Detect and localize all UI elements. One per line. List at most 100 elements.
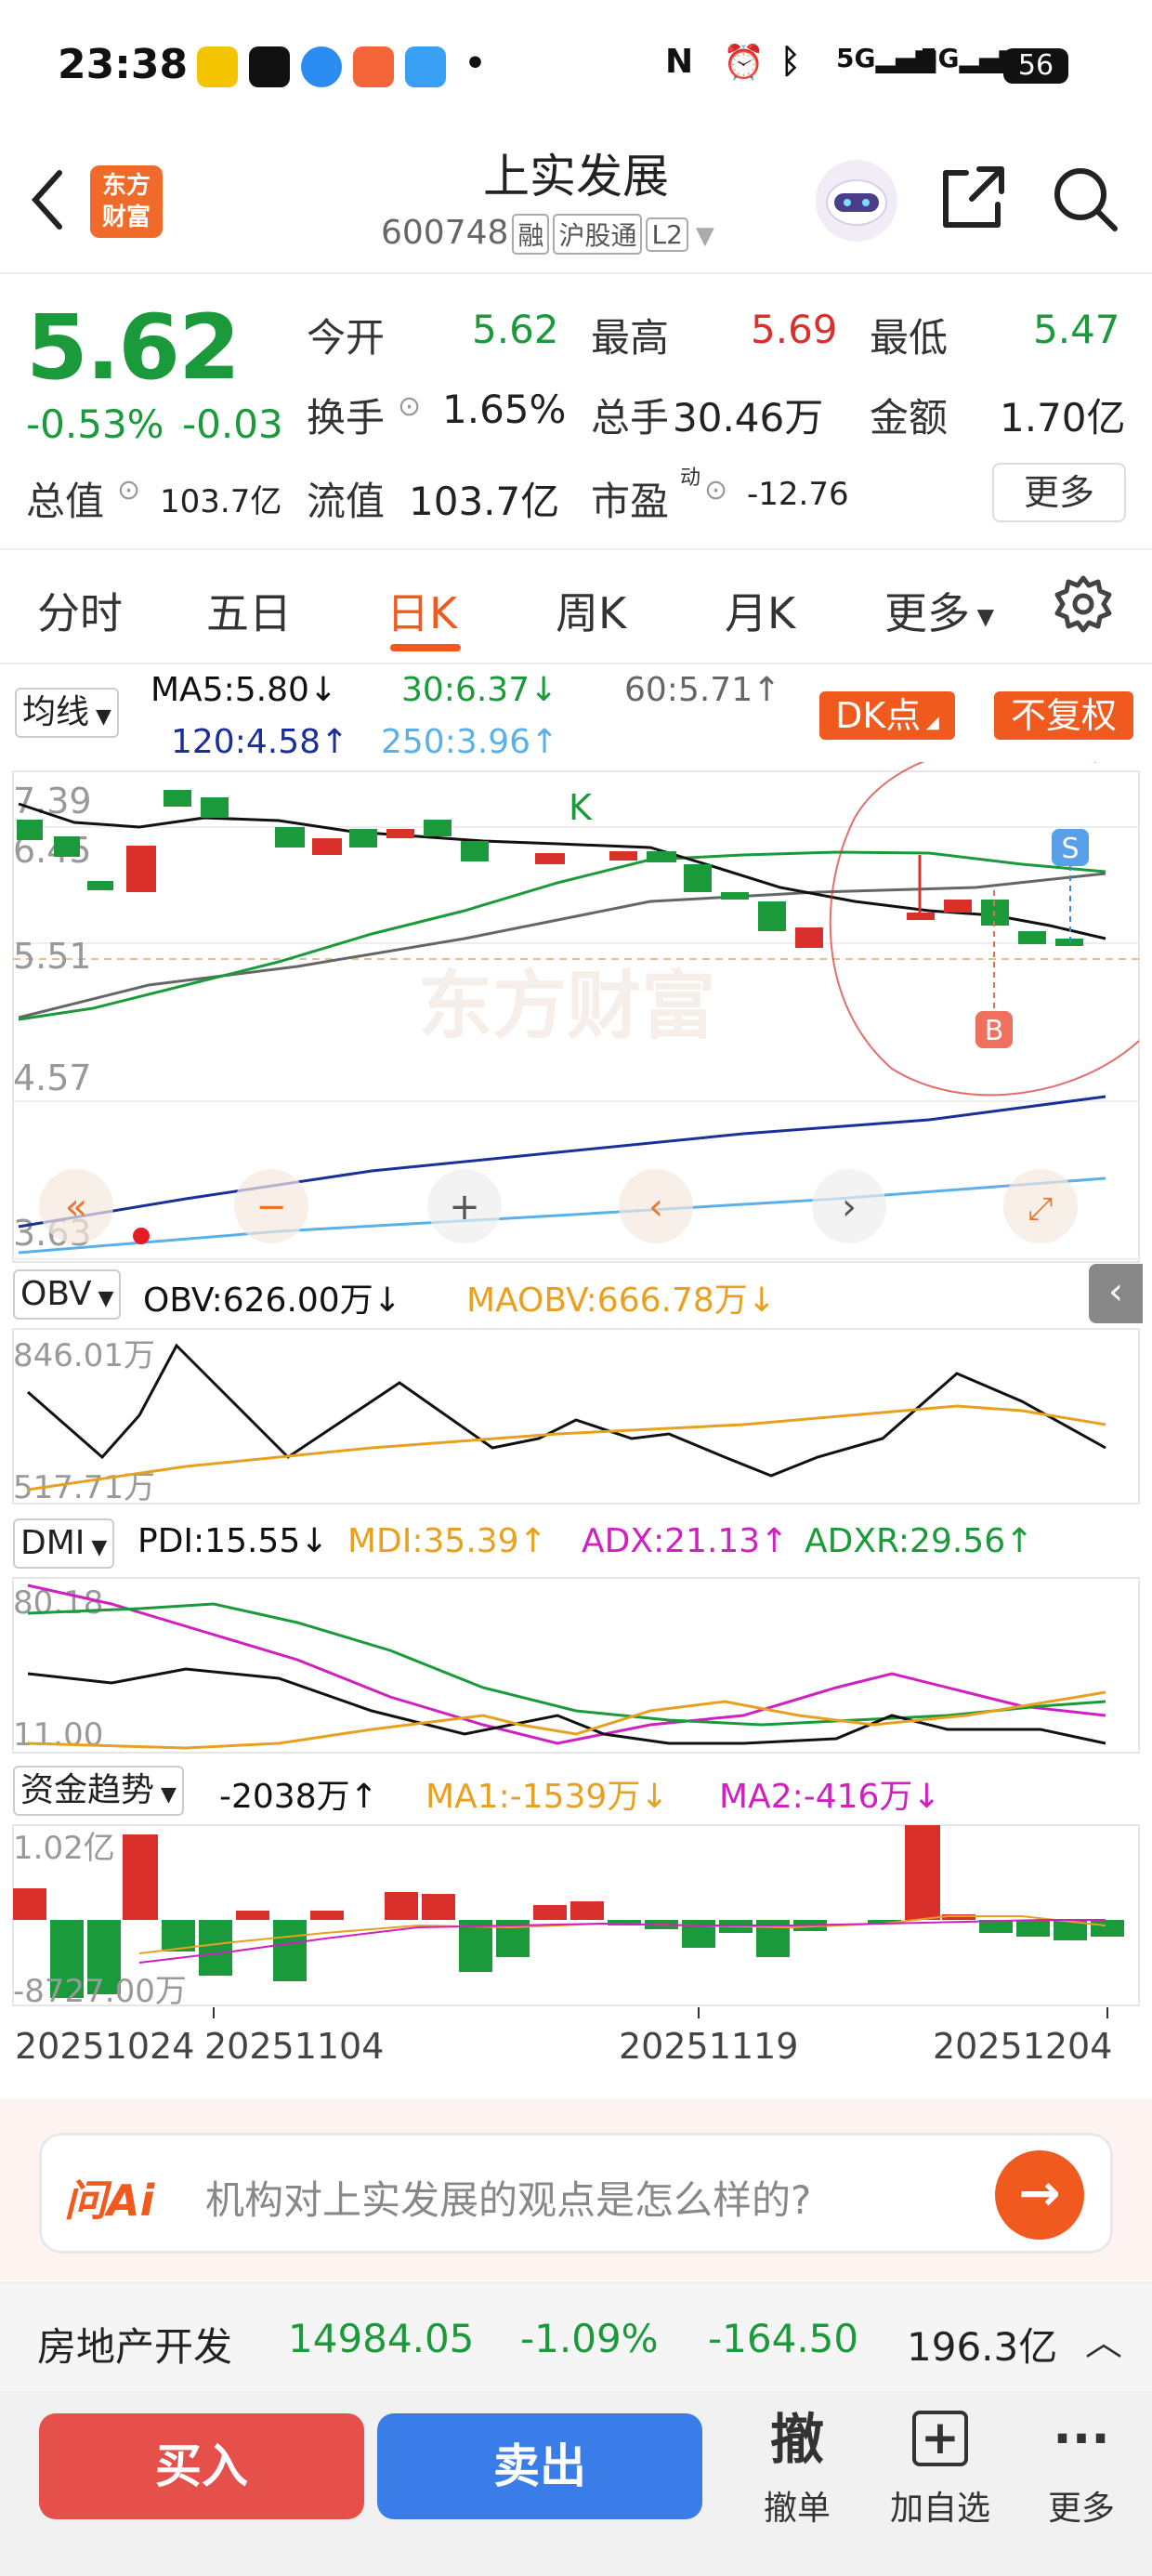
svg-text:B: B (985, 1015, 1004, 1047)
amount-value: 1.70亿 (1000, 395, 1126, 440)
search-icon[interactable] (1050, 164, 1120, 234)
ask-ai-send-icon[interactable]: → (995, 2150, 1084, 2240)
adx-value: ADX:21.13↑ (582, 1522, 789, 1560)
info-icon[interactable]: ⊙ (117, 474, 140, 506)
svg-text:80.18: 80.18 (13, 1584, 103, 1622)
tab-weekly-k[interactable]: 周K (556, 580, 626, 641)
high-value: 5.69 (751, 307, 838, 352)
turnover-value: 1.65% (442, 387, 567, 432)
date-label: 20251119 (619, 2026, 799, 2067)
turnover-label: 换手 (307, 395, 386, 440)
back-arrow-icon[interactable] (28, 167, 65, 232)
svg-text:1.02亿: 1.02亿 (13, 1830, 115, 1867)
market-cap-label: 总值 (26, 479, 105, 524)
ma30-value: 30:6.37↓ (401, 671, 558, 709)
tab-five-day[interactable]: 五日 (206, 580, 292, 641)
ask-ai-prompt[interactable]: 机构对上实发展的观点是怎么样的? (205, 2169, 811, 2226)
tab-daily-k[interactable]: 日K (386, 580, 457, 641)
buy-button[interactable]: 买入 (39, 2413, 364, 2519)
cancel-order-button[interactable]: 撤 撤单 (741, 2407, 853, 2530)
volume-label: 总手 (591, 395, 670, 440)
nfc-icon: Ν (665, 43, 694, 81)
pe-value: -12.76 (747, 476, 849, 513)
eastmoney-logo: 东方 财富 (90, 165, 163, 238)
obv-selector[interactable]: OBV ▼ (13, 1269, 122, 1320)
fund-ma1-value: MA1:-1539万↓ (425, 1778, 669, 1816)
tab-monthly-k[interactable]: 月K (725, 580, 795, 641)
adjust-mode-button[interactable]: 不复权 (994, 691, 1133, 740)
info-icon[interactable]: ⊙ (398, 390, 421, 423)
tab-more[interactable]: 更多 ▼ (884, 580, 994, 641)
fund-ma2-value: MA2:-416万↓ (719, 1778, 941, 1816)
svg-text:S: S (1061, 833, 1079, 865)
market-cap-value: 103.7亿 (160, 483, 282, 520)
ma250-value: 250:3.96↑ (381, 723, 559, 761)
volume-value: 30.46万 (673, 395, 824, 440)
tab-intraday[interactable]: 分时 (37, 580, 123, 641)
dmi-chart: 80.18 11.00 (12, 1577, 1140, 1754)
stock-code: 600748 (381, 214, 509, 252)
mdi-value: MDI:35.39↑ (347, 1522, 547, 1560)
l2-tag: L2 (646, 217, 688, 252)
fund-trend-chart: 1.02亿 -8727.00万 (12, 1824, 1140, 2009)
kline-chart[interactable]: 东方财富 7.39 6.45 5.51 4.57 3.63 K S B « − … (0, 762, 1152, 1264)
cancel-icon: 撤 (769, 2408, 824, 2471)
more-dots-icon: ··· (1053, 2410, 1110, 2468)
current-price: 5.62 (26, 296, 241, 400)
watermark: 东方财富 (418, 963, 715, 1049)
ma-selector[interactable]: 均线 ▼ (15, 688, 119, 738)
app-notification-icon (197, 46, 238, 87)
tiktok-icon (249, 46, 290, 87)
active-tab-underline (390, 644, 461, 651)
svg-text:11.00: 11.00 (13, 1716, 103, 1754)
more-actions-button[interactable]: ··· 更多 (1026, 2407, 1137, 2530)
maobv-value: MAOBV:666.78万↓ (466, 1281, 776, 1320)
sector-index: 14984.05 (288, 2316, 475, 2361)
change-percent: -0.53% (26, 401, 164, 447)
tick-label: 5.51 (13, 936, 92, 977)
share-icon[interactable] (938, 164, 1007, 232)
dropdown-caret-icon[interactable]: ▼ (696, 222, 714, 250)
pe-dynamic-sup: 动 (680, 467, 701, 490)
ma120-value: 120:4.58↑ (171, 723, 349, 761)
obv-chart: 846.01万 517.71万 (12, 1328, 1140, 1505)
svg-text:›: › (842, 1186, 857, 1229)
open-value: 5.62 (472, 307, 559, 352)
expand-chevron-icon[interactable]: ︿ (1085, 2312, 1122, 2366)
tick-label: 4.57 (13, 1058, 92, 1098)
fund-trend-selector[interactable]: 资金趋势 ▼ (13, 1766, 184, 1816)
sell-button[interactable]: 卖出 (377, 2413, 702, 2519)
pdi-value: PDI:15.55↓ (137, 1522, 329, 1560)
svg-text:846.01万: 846.01万 (13, 1337, 155, 1374)
event-marker[interactable] (133, 1228, 150, 1244)
status-bar: 23:38 • Ν ⏰ ᛒ 5G▂▄▆ 5G▂▄▆ 56 (0, 0, 1152, 130)
bluetooth-icon: ᛒ (780, 43, 801, 81)
battery-icon: 56 (1003, 48, 1068, 84)
dk-point-button[interactable]: DK点 ◢ (819, 691, 955, 740)
svg-text:-8727.00万: -8727.00万 (13, 1973, 187, 2009)
more-quote-button[interactable]: 更多 (992, 463, 1126, 522)
float-cap-label: 流值 (307, 479, 386, 524)
float-cap-value: 103.7亿 (409, 479, 560, 524)
settings-gear-icon[interactable] (1054, 574, 1113, 634)
collapse-panel-button[interactable]: ‹ (1089, 1264, 1143, 1323)
weather-icon (405, 46, 446, 87)
svg-text:+: + (449, 1186, 480, 1229)
date-label: 20251204 (933, 2026, 1113, 2067)
sector-name[interactable]: 房地产开发 (37, 2316, 232, 2372)
alarm-icon: ⏰ (723, 44, 765, 82)
sector-percent: -1.09% (520, 2316, 659, 2361)
sector-amount: 196.3亿 (907, 2324, 1058, 2370)
ask-ai-bar[interactable]: 问Ai 机构对上实发展的观点是怎么样的? → (39, 2133, 1113, 2254)
ma5-value: MA5:5.80↓ (151, 671, 338, 709)
open-label: 今开 (307, 315, 386, 361)
low-value: 5.47 (1033, 307, 1120, 352)
ma60-value: 60:5.71↑ (624, 671, 781, 709)
svg-text:‹: ‹ (648, 1186, 663, 1229)
more-notifications-icon: • (465, 45, 487, 83)
info-icon[interactable]: ⊙ (704, 474, 727, 506)
add-watchlist-button[interactable]: + 加自选 (884, 2407, 996, 2530)
add-icon: + (912, 2411, 968, 2466)
robot-assistant-icon[interactable] (814, 158, 899, 243)
dmi-selector[interactable]: DMI ▼ (13, 1518, 115, 1569)
